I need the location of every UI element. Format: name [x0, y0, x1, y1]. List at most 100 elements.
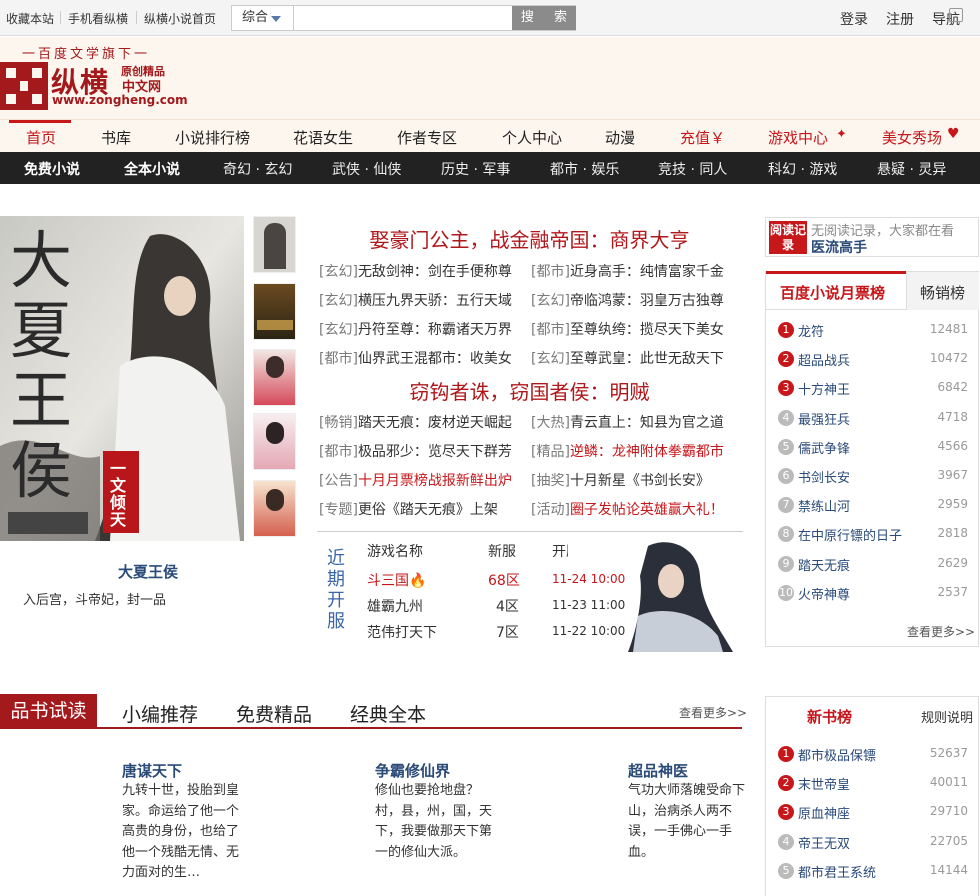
subnav-free[interactable]: 免费小说: [24, 159, 80, 179]
headline[interactable]: 娶豪门公主，战金融帝国：商界大亨: [317, 224, 742, 253]
expand-icon[interactable]: [949, 8, 963, 22]
news-item[interactable]: [玄幻]丹符至尊：称霸诸天万界: [319, 319, 512, 339]
subnav-wuxia[interactable]: 武侠 · 仙侠: [332, 159, 401, 179]
subnav-mystery[interactable]: 悬疑 · 灵异: [877, 159, 946, 179]
thumb-cover[interactable]: [253, 480, 296, 537]
tab-bestseller[interactable]: 畅销榜: [920, 282, 965, 303]
rank-book-name[interactable]: 最强狂兵: [798, 409, 850, 428]
news-item[interactable]: [大热]青云直上：知县为官之道: [531, 412, 724, 432]
subnav-complete[interactable]: 全本小说: [124, 159, 180, 179]
headline[interactable]: 窃钩者诛，窃国者侯：明贼: [317, 376, 742, 405]
news-item[interactable]: [都市]至尊纨绔：揽尽天下美女: [531, 319, 724, 339]
nav-recharge[interactable]: 充值￥: [680, 127, 725, 148]
news-item[interactable]: [公告]十月月票榜战报新鲜出炉: [319, 470, 512, 490]
nav-author[interactable]: 作者专区: [397, 127, 457, 148]
nav-home[interactable]: 首页: [26, 127, 56, 148]
nav-library[interactable]: 书库: [101, 127, 131, 148]
rank-book-name[interactable]: 超品战兵: [798, 350, 850, 369]
rank-item[interactable]: 4 帝王无双 22705: [778, 833, 968, 853]
thumb-cover[interactable]: [253, 216, 296, 273]
tab-classic-complete[interactable]: 经典全本: [350, 700, 426, 727]
login-link[interactable]: 登录: [840, 9, 868, 29]
game-name[interactable]: 范伟打天下: [367, 622, 437, 642]
hero-book-title[interactable]: 大夏王侯: [0, 561, 296, 582]
logo-icon[interactable]: [0, 62, 48, 110]
news-item[interactable]: [都市]极品邪少：览尽天下群芳: [319, 441, 512, 461]
rank-item[interactable]: 2 末世帝皇 40011: [778, 774, 968, 794]
rank-item[interactable]: 4 最强狂兵 4718: [778, 409, 968, 429]
news-item[interactable]: [玄幻]帝临鸿蒙：羽皇万古独尊: [531, 290, 724, 310]
register-link[interactable]: 注册: [886, 9, 914, 29]
bookmark-link[interactable]: 收藏本站: [6, 10, 54, 27]
rank-book-name[interactable]: 禁练山河: [798, 496, 850, 515]
nav-show[interactable]: 美女秀场: [882, 127, 942, 148]
rank-item[interactable]: 10 火帝神尊 2537: [778, 584, 968, 604]
book-title[interactable]: 唐谋天下: [122, 760, 182, 781]
news-item[interactable]: [活动]圈子发帖论英雄赢大礼！: [531, 499, 724, 519]
rank-item[interactable]: 1 龙符 12481: [778, 321, 968, 341]
rank-book-name[interactable]: 踏天无痕: [798, 555, 850, 574]
nav-female[interactable]: 花语女生: [293, 127, 353, 148]
search-category-select[interactable]: 综合: [232, 6, 294, 30]
rank-book-name[interactable]: 龙符: [798, 321, 824, 340]
game-name[interactable]: 斗三国🔥: [367, 570, 426, 590]
subnav-fantasy[interactable]: 奇幻 · 玄幻: [223, 159, 292, 179]
rank-item[interactable]: 8 在中原行镖的日子 2818: [778, 525, 968, 545]
rank-book-name[interactable]: 在中原行镖的日子: [798, 525, 902, 544]
rank-item[interactable]: 3 十方神王 6842: [778, 379, 968, 399]
news-item[interactable]: [专题]更俗《踏天无痕》上架: [319, 499, 498, 519]
news-item[interactable]: [玄幻]无敌剑神：剑在手便称尊: [319, 261, 512, 281]
thumb-cover[interactable]: [253, 413, 296, 470]
rank-item[interactable]: 1 都市极品保镖 52637: [778, 745, 968, 765]
news-item[interactable]: [都市]近身高手：纯情富家千金: [531, 261, 724, 281]
nav-games[interactable]: 游戏中心: [768, 127, 828, 148]
subnav-scifi[interactable]: 科幻 · 游戏: [768, 159, 837, 179]
rank-item[interactable]: 7 禁练山河 2959: [778, 496, 968, 516]
section-more-link[interactable]: 查看更多>>: [679, 704, 747, 721]
rank-item[interactable]: 3 原血神座 29710: [778, 803, 968, 823]
rank-item[interactable]: 5 都市君王系统 14144: [778, 862, 968, 882]
rank-book-name[interactable]: 帝王无双: [798, 833, 850, 852]
search-input[interactable]: [296, 8, 508, 28]
book-title[interactable]: 超品神医: [628, 760, 688, 781]
thumb-cover[interactable]: [253, 283, 296, 340]
rank-item[interactable]: 6 书剑长安 3967: [778, 467, 968, 487]
rank-book-name[interactable]: 儒武争锋: [798, 438, 850, 457]
rank-book-name[interactable]: 火帝神尊: [798, 584, 850, 603]
book-title[interactable]: 争霸修仙界: [375, 760, 450, 781]
news-item[interactable]: [畅销]踏天无痕：废材逆天崛起: [319, 412, 512, 432]
thumb-cover[interactable]: [253, 349, 296, 406]
news-item[interactable]: [玄幻]至尊武皇：此世无敌天下: [531, 348, 724, 368]
tab-new-books[interactable]: 新书榜: [807, 706, 852, 727]
tab-free-featured[interactable]: 免费精品: [236, 700, 312, 727]
rank-book-name[interactable]: 书剑长安: [798, 467, 850, 486]
rank-book-name[interactable]: 末世帝皇: [798, 774, 850, 793]
subnav-sports[interactable]: 竞技 · 同人: [658, 159, 727, 179]
nav-user-center[interactable]: 个人中心: [502, 127, 562, 148]
rank-book-name[interactable]: 十方神王: [798, 379, 850, 398]
recommended-book-link[interactable]: 医流高手: [811, 237, 867, 257]
tab-editor-pick[interactable]: 小编推荐: [122, 700, 198, 727]
game-name[interactable]: 雄霸九州: [367, 596, 423, 616]
rank-more-link[interactable]: 查看更多>>: [907, 623, 975, 640]
rank-book-name[interactable]: 都市极品保镖: [798, 745, 876, 764]
rank-item[interactable]: 9 踏天无痕 2629: [778, 555, 968, 575]
nav-ranking[interactable]: 小说排行榜: [175, 127, 250, 148]
subnav-urban[interactable]: 都市 · 娱乐: [550, 159, 619, 179]
hero-cover-image[interactable]: 大夏王侯 一文倾天: [0, 216, 244, 541]
search-button[interactable]: 搜 索: [512, 6, 576, 30]
news-item[interactable]: [精品]逆鳞：龙神附体拳霸都市: [531, 441, 724, 461]
rank-book-name[interactable]: 原血神座: [798, 803, 850, 822]
news-item[interactable]: [玄幻]横压九界天骄：五行天域: [319, 290, 512, 310]
rank-item[interactable]: 2 超品战兵 10472: [778, 350, 968, 370]
tab-trial-read[interactable]: 品书试读: [0, 694, 97, 729]
rank-item[interactable]: 5 儒武争锋 4566: [778, 438, 968, 458]
rank-book-name[interactable]: 都市君王系统: [798, 862, 876, 881]
rules-link[interactable]: 规则说明: [921, 707, 973, 726]
news-item[interactable]: [抽奖]十月新星《书剑长安》: [531, 470, 710, 490]
tab-monthly-rank[interactable]: 百度小说月票榜: [780, 282, 885, 303]
nav-comic[interactable]: 动漫: [605, 127, 635, 148]
novel-home-link[interactable]: 纵横小说首页: [144, 10, 216, 27]
subnav-history[interactable]: 历史 · 军事: [441, 159, 510, 179]
mobile-link[interactable]: 手机看纵横: [68, 10, 128, 27]
